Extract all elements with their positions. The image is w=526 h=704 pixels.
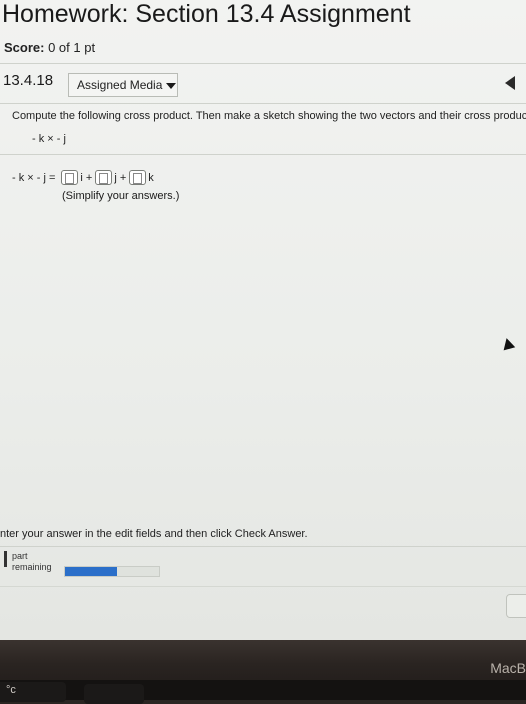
question-expression: - k × - j: [32, 133, 66, 145]
browser-viewport: Homework: Section 13.4 Assignment Score:…: [0, 0, 526, 640]
divider: [0, 154, 526, 155]
instruction-text: nter your answer in the edit fields and …: [0, 528, 308, 540]
progress-bar: [64, 566, 160, 577]
j-component-input[interactable]: [95, 170, 113, 185]
divider: [0, 546, 526, 547]
assigned-media-label: Assigned Media: [77, 78, 163, 92]
part-indicator-bar: [4, 551, 7, 567]
mouse-cursor-icon: [500, 336, 516, 351]
previous-arrow-icon[interactable]: [505, 76, 515, 90]
k-component-input[interactable]: [129, 170, 147, 185]
part-label-line1: part: [12, 551, 28, 561]
divider: [0, 63, 526, 64]
function-key: [84, 684, 144, 704]
divider: [0, 103, 526, 104]
question-prompt: Compute the following cross product. The…: [12, 110, 526, 122]
progress-fill: [65, 567, 117, 576]
simplify-hint: (Simplify your answers.): [62, 190, 180, 202]
i-unit-label: i +: [80, 171, 93, 184]
j-unit-label: j +: [114, 171, 127, 184]
question-number: 13.4.18: [3, 72, 54, 89]
dropdown-triangle-icon: [166, 82, 177, 89]
answer-lhs: - k × - j =: [12, 171, 56, 184]
score-label: Score:: [4, 40, 45, 55]
page-title: Homework: Section 13.4 Assignment: [2, 0, 411, 28]
brand-label: MacB: [490, 660, 526, 676]
k-unit-label: k: [148, 171, 154, 184]
help-widget[interactable]: [506, 594, 526, 618]
esc-key: °c: [0, 682, 66, 702]
part-label-line2: remaining: [12, 562, 52, 572]
parts-remaining-label: part remaining: [12, 551, 52, 573]
score-display: Score: 0 of 1 pt: [4, 40, 95, 55]
assigned-media-button[interactable]: Assigned Media: [68, 73, 178, 97]
answer-row: - k × - j = i + j + k: [12, 170, 157, 185]
score-value: 0 of 1 pt: [48, 40, 96, 55]
divider: [0, 586, 526, 587]
keyboard-row: [0, 680, 526, 700]
i-component-input[interactable]: [61, 170, 79, 185]
